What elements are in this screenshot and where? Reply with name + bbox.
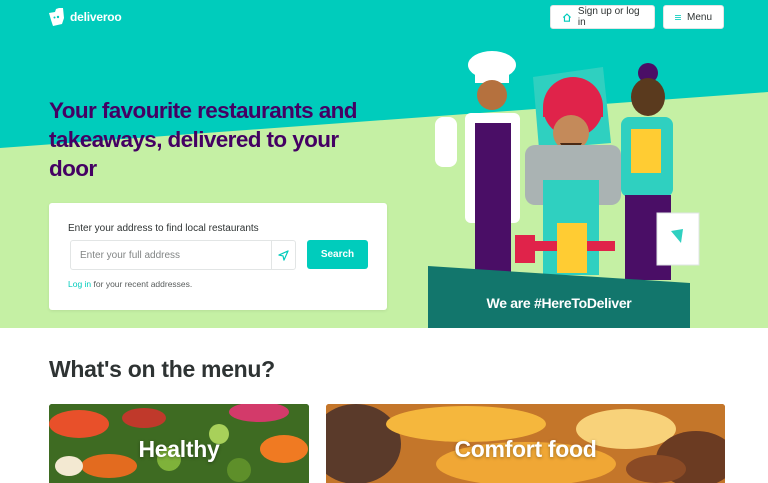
here-to-deliver-banner: We are #HereToDeliver <box>486 295 632 311</box>
use-current-location-button[interactable] <box>271 241 295 269</box>
search-button[interactable]: Search <box>307 240 368 269</box>
sign-up-label: Sign up or log in <box>577 6 640 28</box>
menu-label: Menu <box>686 11 712 23</box>
log-in-link[interactable]: Log in <box>68 279 91 289</box>
brand-name: deliveroo <box>70 10 122 24</box>
address-field-wrapper <box>70 240 296 270</box>
deliveroo-logo[interactable]: deliveroo <box>49 8 122 26</box>
location-arrow-icon <box>278 249 289 261</box>
address-prompt: Enter your address to find local restaur… <box>68 223 259 234</box>
hero-headline: Your favourite restaurants and takeaways… <box>49 98 358 181</box>
login-hint-text: for your recent addresses. <box>91 279 193 289</box>
address-search-card: Enter your address to find local restaur… <box>49 203 387 310</box>
comfort-food-tile-label: Comfort food <box>454 436 597 462</box>
sign-up-or-log-in-button[interactable]: Sign up or log in <box>550 5 655 29</box>
delivery-riders-illustration <box>425 45 725 285</box>
menu-section-title: What's on the menu? <box>49 356 275 382</box>
category-tile-healthy[interactable]: Healthy <box>49 404 309 483</box>
login-hint: Log in for your recent addresses. <box>68 279 192 289</box>
deliveroo-logo-icon <box>49 8 64 26</box>
address-input[interactable] <box>71 241 271 269</box>
hamburger-menu-icon <box>675 14 681 20</box>
healthy-tile-label: Healthy <box>138 436 220 462</box>
top-navigation: deliveroo Sign up or log in Menu <box>0 0 768 34</box>
home-icon <box>562 12 572 22</box>
menu-button[interactable]: Menu <box>663 5 724 29</box>
category-tile-comfort-food[interactable]: Comfort food <box>326 404 725 483</box>
